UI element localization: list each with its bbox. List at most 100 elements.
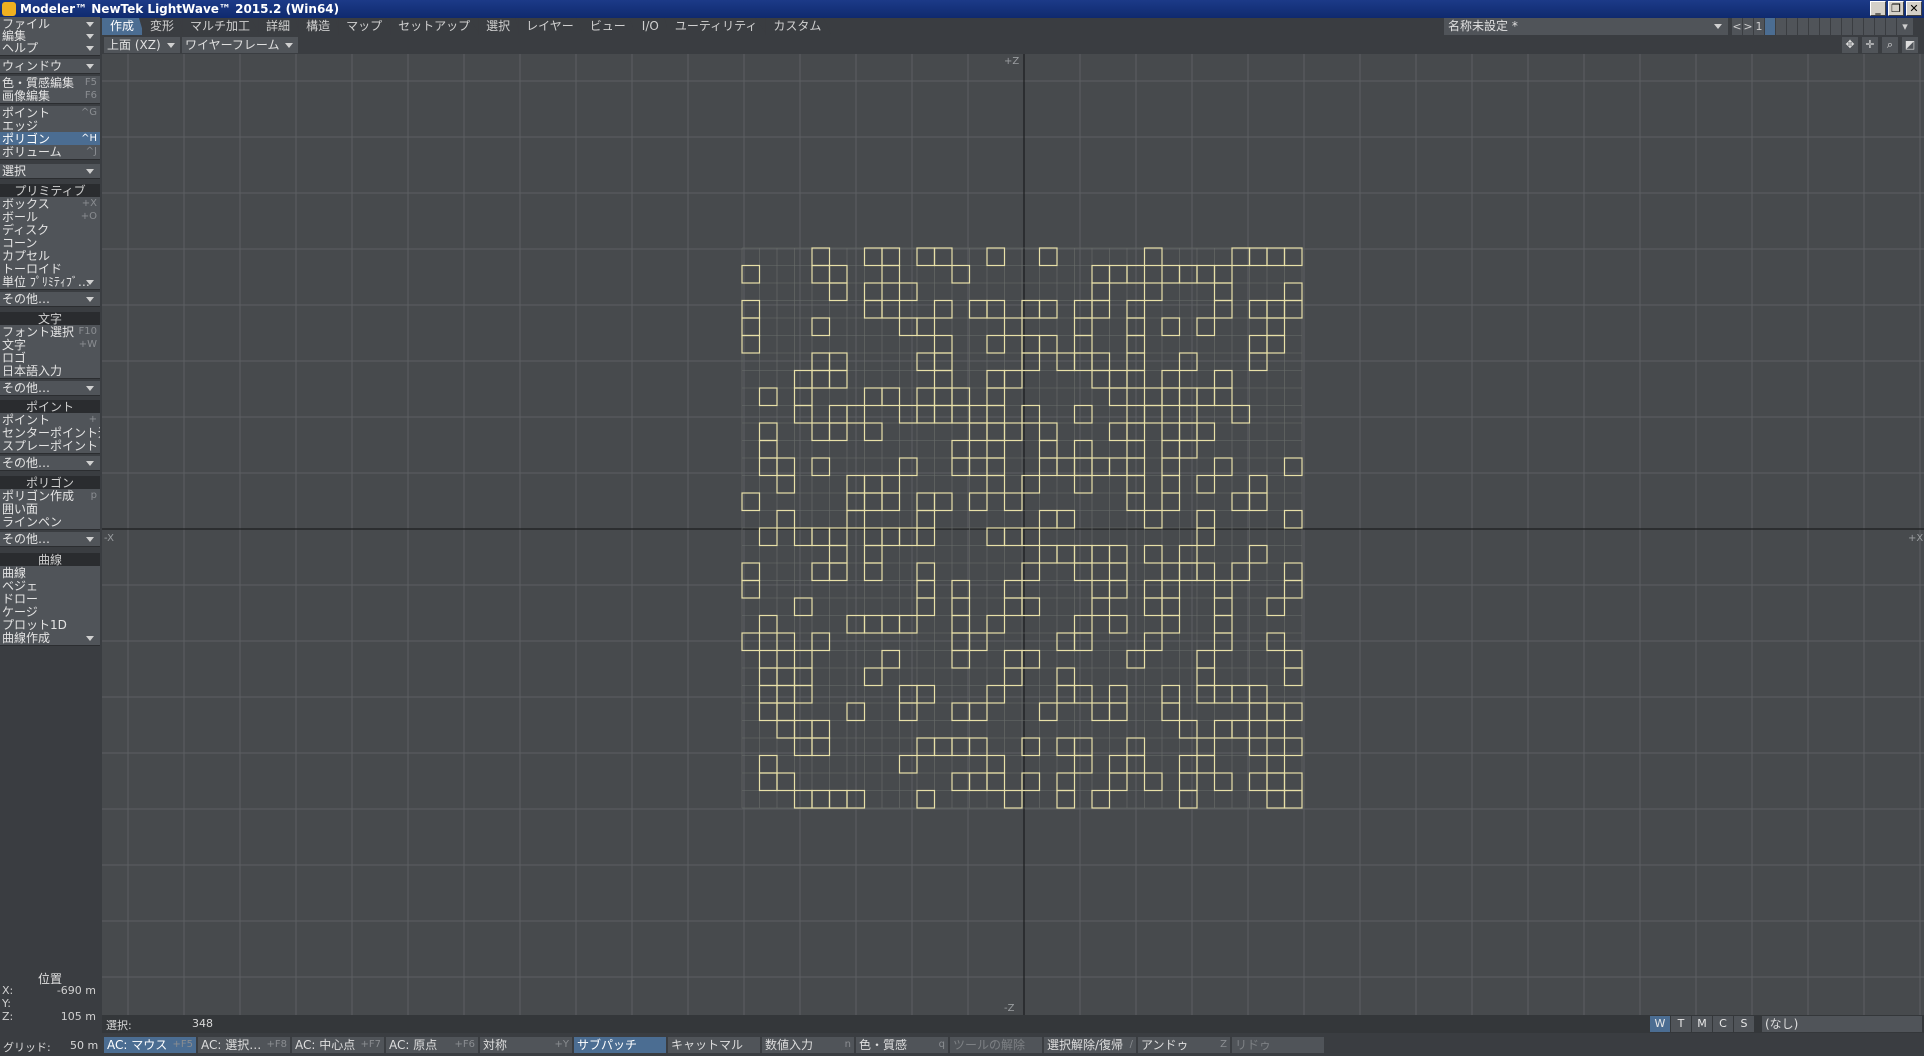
mesh-polygon[interactable] (1161, 562, 1181, 582)
mesh-polygon[interactable] (933, 492, 953, 512)
mesh-polygon[interactable] (1178, 352, 1198, 372)
mesh-polygon[interactable] (1056, 684, 1076, 704)
mesh-polygon[interactable] (1143, 282, 1163, 302)
mesh-polygon[interactable] (1038, 422, 1058, 442)
mesh-polygon[interactable] (1161, 387, 1181, 407)
mesh-polygon[interactable] (1108, 264, 1128, 284)
window-menu[interactable]: ウィンドウ (0, 59, 100, 74)
mesh-polygon[interactable] (758, 527, 778, 547)
mesh-polygon[interactable] (1161, 702, 1181, 722)
mesh-polygon[interactable] (986, 474, 1006, 494)
polygons-item-2[interactable]: ラインペン (0, 515, 100, 530)
mesh-polygon[interactable] (1178, 404, 1198, 424)
top-view-viewport[interactable]: +Z -Z -X +X (102, 54, 1924, 1015)
mesh-polygon[interactable] (758, 439, 778, 459)
mesh-polygon[interactable] (1108, 702, 1128, 722)
mesh-polygon[interactable] (758, 422, 778, 442)
mesh-polygon[interactable] (1178, 562, 1198, 582)
mesh-polygon[interactable] (758, 649, 778, 669)
mesh-polygon[interactable] (1073, 334, 1093, 354)
mesh-polygon[interactable] (1056, 667, 1076, 687)
mesh-polygon[interactable] (1196, 422, 1216, 442)
mesh-polygon[interactable] (916, 527, 936, 547)
mesh-polygon[interactable] (1178, 264, 1198, 284)
mesh-polygon[interactable] (933, 352, 953, 372)
mesh-polygon[interactable] (863, 492, 883, 512)
mesh-polygon[interactable] (1248, 474, 1268, 494)
view-projection-dropdown[interactable]: 上面 (XZ) (104, 37, 180, 53)
text-item-3[interactable]: 日本語入力 (0, 364, 100, 379)
mesh-polygon[interactable] (986, 527, 1006, 547)
mesh-polygon[interactable] (1143, 632, 1163, 652)
mesh-polygon[interactable] (793, 527, 813, 547)
bottom-button-6[interactable]: キャットマル (668, 1037, 760, 1053)
mesh-polygon[interactable] (793, 667, 813, 687)
mesh-polygon[interactable] (811, 789, 831, 809)
restore-button[interactable]: ❐ (1888, 1, 1904, 16)
mesh-polygon[interactable] (1161, 684, 1181, 704)
mesh-polygon[interactable] (1283, 299, 1303, 319)
mesh-polygon[interactable] (1213, 632, 1233, 652)
mesh-polygon[interactable] (916, 404, 936, 424)
mesh-polygon[interactable] (1091, 597, 1111, 617)
mesh-polygon[interactable] (916, 579, 936, 599)
mesh-polygon[interactable] (1091, 369, 1111, 389)
mesh-polygon[interactable] (1056, 544, 1076, 564)
mesh-polygon[interactable] (1213, 387, 1233, 407)
pan-view-icon[interactable]: ✥ (1842, 37, 1858, 53)
mesh-polygon[interactable] (881, 264, 901, 284)
mesh-polygon[interactable] (828, 789, 848, 809)
mesh-polygon[interactable] (863, 282, 883, 302)
mesh-polygon[interactable] (1003, 597, 1023, 617)
mesh-polygon[interactable] (1248, 684, 1268, 704)
bottom-button-12[interactable]: リドゥ (1232, 1037, 1324, 1053)
polygons-more-dropdown[interactable]: その他… (0, 532, 100, 547)
mesh-polygon[interactable] (1161, 369, 1181, 389)
mesh-polygon[interactable] (898, 614, 918, 634)
wtmcs-toggle-m[interactable]: M (1692, 1016, 1712, 1032)
mesh-polygon[interactable] (986, 387, 1006, 407)
mesh-polygon[interactable] (898, 282, 918, 302)
mesh-polygon[interactable] (933, 299, 953, 319)
mesh-polygon[interactable] (828, 404, 848, 424)
mesh-polygon[interactable] (828, 422, 848, 442)
mesh-polygon[interactable] (863, 299, 883, 319)
mesh-polygon[interactable] (1143, 404, 1163, 424)
mesh-polygon[interactable] (793, 597, 813, 617)
mesh-polygon[interactable] (1073, 404, 1093, 424)
mesh-polygon[interactable] (863, 562, 883, 582)
mesh-polygon[interactable] (1178, 754, 1198, 774)
mesh-polygon[interactable] (1196, 754, 1216, 774)
mesh-polygon[interactable] (1266, 754, 1286, 774)
mesh-polygon[interactable] (1213, 264, 1233, 284)
mesh-polygon[interactable] (1073, 614, 1093, 634)
bottom-button-7[interactable]: 数値入力 n (762, 1037, 854, 1053)
mesh-polygon[interactable] (1283, 579, 1303, 599)
tab-7[interactable]: 選択 (478, 18, 521, 35)
mesh-polygon[interactable] (828, 369, 848, 389)
mesh-polygon[interactable] (1091, 702, 1111, 722)
layer-slot[interactable] (1776, 18, 1786, 35)
mesh-polygon[interactable] (916, 789, 936, 809)
mesh-polygon[interactable] (828, 282, 848, 302)
mesh-polygon[interactable] (1231, 247, 1251, 267)
mesh-polygon[interactable] (1213, 579, 1233, 599)
mesh-polygon[interactable] (828, 527, 848, 547)
mesh-polygon[interactable] (758, 667, 778, 687)
mesh-polygon[interactable] (881, 299, 901, 319)
mesh-polygon[interactable] (1266, 719, 1286, 739)
mesh-polygon[interactable] (828, 544, 848, 564)
mesh-polygon[interactable] (793, 789, 813, 809)
mesh-polygon[interactable] (1038, 509, 1058, 529)
mesh-polygon[interactable] (1038, 299, 1058, 319)
help-menu[interactable]: ヘルプ (0, 41, 100, 56)
mesh-polygon[interactable] (916, 317, 936, 337)
mesh-polygon[interactable] (1196, 509, 1216, 529)
mesh-polygon[interactable] (1056, 632, 1076, 652)
tab-6[interactable]: セットアップ (390, 18, 481, 35)
curves-more-dropdown[interactable]: 曲線作成 (0, 631, 100, 646)
bottom-button-5[interactable]: サブパッチ (574, 1037, 666, 1053)
mesh-polygon[interactable] (1143, 772, 1163, 792)
points-more-dropdown[interactable]: その他… (0, 456, 100, 471)
mesh-polygon[interactable] (1231, 719, 1251, 739)
